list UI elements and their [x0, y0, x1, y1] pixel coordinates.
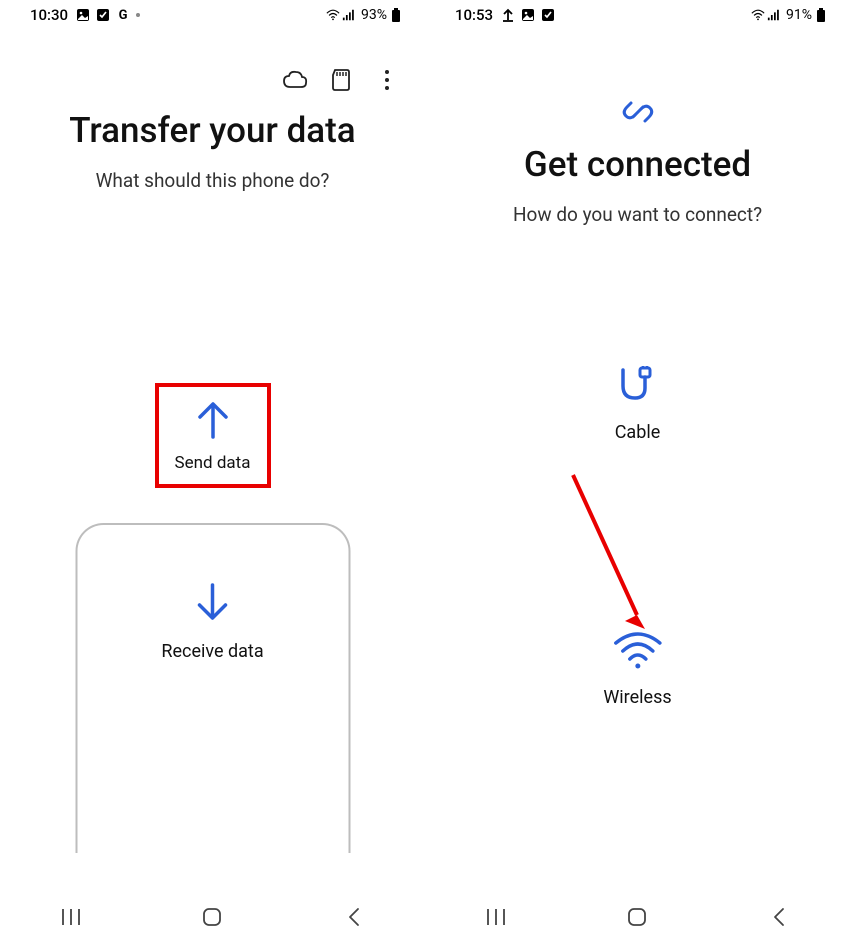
gallery-icon [521, 8, 535, 22]
page-subtitle: What should this phone do? [0, 169, 425, 192]
google-icon: G [116, 8, 130, 22]
wireless-option[interactable]: Wireless [603, 631, 671, 708]
more-notifications-dot [136, 13, 140, 17]
recents-button[interactable] [51, 903, 91, 931]
home-button[interactable] [617, 903, 657, 931]
status-battery: 91% [786, 7, 812, 23]
screen-transfer-data: 10:30 G 93% [0, 0, 425, 944]
back-button[interactable] [334, 903, 374, 931]
toolbar [0, 30, 425, 104]
cable-label: Cable [615, 422, 661, 443]
status-bar: 10:30 G 93% [0, 0, 425, 30]
send-data-option[interactable]: Send data [155, 383, 271, 488]
nav-bar [425, 890, 850, 944]
status-time: 10:53 [455, 6, 493, 24]
battery-icon [389, 8, 403, 22]
battery-icon [814, 8, 828, 22]
content-area: Cable Wireless [425, 226, 850, 890]
screen-get-connected: 10:53 91% [425, 0, 850, 944]
home-button[interactable] [192, 903, 232, 931]
arrow-up-icon [194, 399, 232, 443]
signal-icon [767, 8, 781, 22]
sd-card-button[interactable] [327, 66, 355, 94]
check-box-icon [96, 8, 110, 22]
arrow-down-icon [194, 583, 232, 627]
upload-icon [501, 8, 515, 22]
back-button[interactable] [759, 903, 799, 931]
status-time: 10:30 [30, 6, 68, 24]
status-battery: 93% [361, 7, 387, 23]
page-subtitle: How do you want to connect? [425, 203, 850, 226]
receive-data-option[interactable]: Receive data [75, 523, 350, 853]
nav-bar [0, 890, 425, 944]
content-area: Send data Receive data [0, 192, 425, 890]
receive-data-label: Receive data [161, 641, 263, 662]
gallery-icon [76, 8, 90, 22]
cable-icon [615, 366, 661, 410]
cable-option[interactable]: Cable [615, 366, 661, 443]
more-options-button[interactable] [373, 66, 401, 94]
wifi-icon [326, 8, 340, 22]
page-title: Transfer your data [0, 110, 425, 151]
check-box-icon [541, 8, 555, 22]
wifi-icon [751, 8, 765, 22]
wireless-label: Wireless [603, 687, 671, 708]
annotation-arrow [567, 471, 667, 641]
wifi-option-icon [611, 631, 663, 675]
status-bar: 10:53 91% [425, 0, 850, 30]
recents-button[interactable] [476, 903, 516, 931]
signal-icon [342, 8, 356, 22]
cloud-button[interactable] [281, 66, 309, 94]
page-title: Get connected [425, 144, 850, 185]
send-data-label: Send data [175, 453, 251, 473]
link-icon [425, 92, 850, 132]
